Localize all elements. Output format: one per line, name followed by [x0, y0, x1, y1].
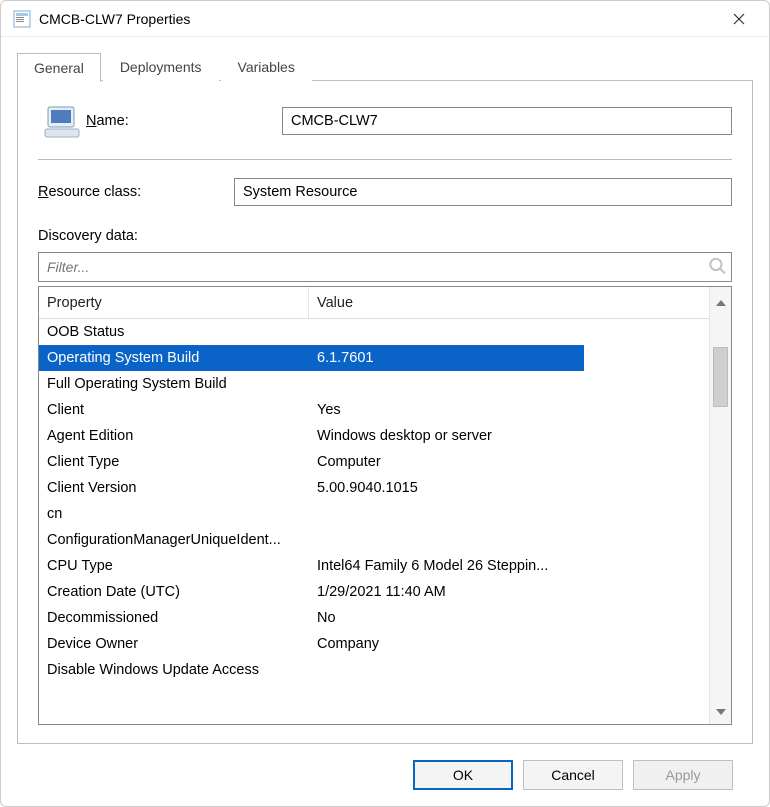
cell-property: cn	[39, 506, 309, 522]
titlebar[interactable]: CMCB-CLW7 Properties	[1, 1, 769, 37]
cell-property: Agent Edition	[39, 428, 309, 444]
table-row[interactable]: DecommissionedNo	[39, 605, 584, 631]
cell-value: 1/29/2021 11:40 AM	[309, 584, 584, 600]
table-row[interactable]: Client Version5.00.9040.1015	[39, 475, 584, 501]
scroll-up-icon[interactable]	[710, 291, 731, 315]
table-row[interactable]: Disable Windows Update Access	[39, 657, 584, 683]
cell-property: CPU Type	[39, 558, 309, 574]
apply-button[interactable]: Apply	[633, 760, 733, 790]
table-row[interactable]: Operating System Build6.1.7601	[39, 345, 584, 371]
tab-variables[interactable]: Variables	[221, 52, 312, 81]
table-row[interactable]: OOB Status	[39, 319, 584, 345]
cell-property: Client Type	[39, 454, 309, 470]
table-row[interactable]: Device OwnerCompany	[39, 631, 584, 657]
cell-value: Company	[309, 636, 584, 652]
cell-property: Operating System Build	[39, 350, 309, 366]
cell-property: Disable Windows Update Access	[39, 662, 309, 678]
cell-value: Computer	[309, 454, 584, 470]
filter-input[interactable]	[38, 252, 732, 282]
cell-value: 6.1.7601	[309, 350, 584, 366]
properties-dialog: CMCB-CLW7 Properties General Deployments…	[0, 0, 770, 807]
cell-value: Windows desktop or server	[309, 428, 584, 444]
table-row[interactable]: ConfigurationManagerUniqueIdent...	[39, 527, 584, 553]
scroll-thumb[interactable]	[713, 347, 728, 407]
tab-general[interactable]: General	[17, 53, 101, 82]
tab-deployments[interactable]: Deployments	[103, 52, 219, 81]
dialog-content: General Deployments Variables Name: CMCB…	[1, 37, 769, 806]
tab-panel-general: Name: CMCB-CLW7 Resource class: System R…	[17, 80, 753, 744]
cell-property: OOB Status	[39, 324, 309, 340]
grid-header[interactable]: Property Value	[39, 287, 709, 319]
name-field[interactable]: CMCB-CLW7	[282, 107, 732, 135]
scroll-down-icon[interactable]	[710, 700, 731, 724]
window-title: CMCB-CLW7 Properties	[39, 11, 721, 27]
cell-property: ConfigurationManagerUniqueIdent...	[39, 532, 309, 548]
filter-wrap	[38, 252, 732, 282]
header-value[interactable]: Value	[309, 295, 709, 311]
row-resource-class: Resource class: System Resource	[38, 178, 732, 206]
row-name: Name: CMCB-CLW7	[38, 101, 732, 141]
cell-value: Intel64 Family 6 Model 26 Steppin...	[309, 558, 584, 574]
cell-property: Creation Date (UTC)	[39, 584, 309, 600]
close-icon	[733, 13, 745, 25]
cell-property: Client	[39, 402, 309, 418]
close-button[interactable]	[721, 1, 757, 37]
table-row[interactable]: CPU TypeIntel64 Family 6 Model 26 Steppi…	[39, 553, 584, 579]
cell-value: 5.00.9040.1015	[309, 480, 584, 496]
name-label: Name:	[86, 113, 282, 129]
tabstrip: General Deployments Variables	[17, 49, 753, 81]
cell-property: Decommissioned	[39, 610, 309, 626]
scrollbar[interactable]	[709, 287, 731, 724]
cell-property: Device Owner	[39, 636, 309, 652]
divider	[38, 159, 732, 160]
table-row[interactable]: Agent EditionWindows desktop or server	[39, 423, 584, 449]
resource-class-label: Resource class:	[38, 184, 234, 200]
table-row[interactable]: Creation Date (UTC)1/29/2021 11:40 AM	[39, 579, 584, 605]
discovery-grid: Property Value OOB Status Operating Syste…	[38, 286, 732, 725]
resource-class-field[interactable]: System Resource	[234, 178, 732, 206]
grid-rows: OOB Status Operating System Build6.1.7601…	[39, 319, 709, 724]
cell-property: Client Version	[39, 480, 309, 496]
cell-value: No	[309, 610, 584, 626]
table-row[interactable]: Client TypeComputer	[39, 449, 584, 475]
discovery-data-label: Discovery data:	[38, 228, 732, 244]
ok-button[interactable]: OK	[413, 760, 513, 790]
button-row: OK Cancel Apply	[17, 744, 753, 806]
cancel-button[interactable]: Cancel	[523, 760, 623, 790]
window-icon	[13, 10, 31, 28]
search-icon[interactable]	[708, 257, 726, 278]
table-row[interactable]: ClientYes	[39, 397, 584, 423]
computer-icon	[38, 101, 86, 141]
table-row[interactable]: cn	[39, 501, 584, 527]
header-property[interactable]: Property	[39, 287, 309, 318]
cell-value: Yes	[309, 402, 584, 418]
table-row[interactable]: Full Operating System Build	[39, 371, 584, 397]
cell-property: Full Operating System Build	[39, 376, 309, 392]
